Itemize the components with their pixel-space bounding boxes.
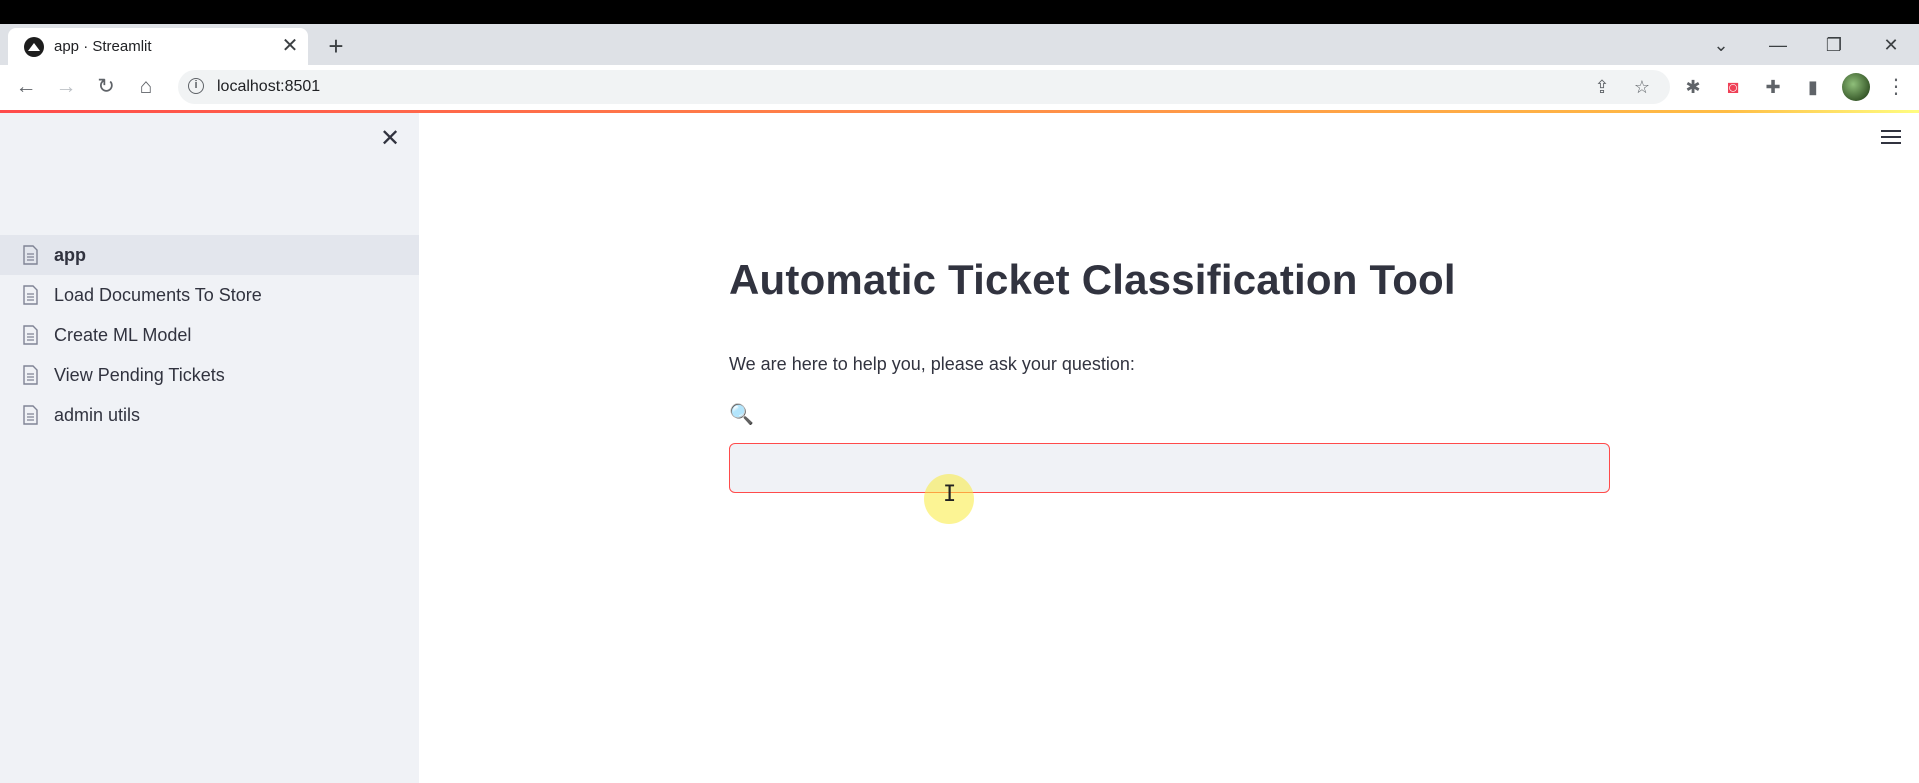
browser-toolbar: ← → ↻ ⌂ i localhost:8501 ⇪ ☆ ✱ ◙ ✚ ▮ ⋮ (0, 65, 1919, 109)
document-icon (23, 325, 38, 345)
puzzle-extensions-icon[interactable]: ✚ (1761, 75, 1785, 99)
browser-tab[interactable]: app · Streamlit ✕ (8, 28, 308, 65)
tab-close-icon[interactable]: ✕ (278, 34, 302, 58)
document-icon (23, 405, 38, 425)
sidebar-item-create-ml-model[interactable]: Create ML Model (0, 315, 419, 355)
bookmark-star-icon[interactable]: ☆ (1630, 75, 1654, 99)
tab-title: app · Streamlit (54, 38, 152, 55)
browser-window: app · Streamlit ✕ + ⌄ — ❐ ✕ ← → ↻ ⌂ i lo… (0, 24, 1919, 783)
sidebar-item-label: app (54, 245, 87, 265)
sidebar-item-view-pending-tickets[interactable]: View Pending Tickets (0, 355, 419, 395)
address-bar[interactable]: i localhost:8501 ⇪ ☆ (178, 70, 1670, 104)
sidebar-nav: app Load Documents To Store Create ML Mo… (0, 235, 419, 435)
question-input-wrapper (729, 443, 1610, 493)
pocket-icon[interactable]: ◙ (1721, 75, 1745, 99)
sidebar-item-admin-utils[interactable]: admin utils (0, 395, 419, 435)
main-menu-icon[interactable] (1876, 126, 1906, 152)
browser-menu-icon[interactable]: ⋮ (1884, 73, 1908, 101)
sidebar-item-load-documents[interactable]: Load Documents To Store (0, 275, 419, 315)
tab-search-icon[interactable]: ⌄ (1706, 30, 1736, 60)
sidebar-item-label: View Pending Tickets (54, 365, 225, 385)
back-button[interactable]: ← (12, 73, 40, 101)
sidebar-item-app[interactable]: app (0, 235, 419, 275)
screen-top-bar (0, 0, 1919, 24)
text-cursor-icon: I (943, 482, 957, 507)
url-text[interactable]: localhost:8501 (217, 78, 320, 96)
page-subtitle: We are here to help you, please ask your… (729, 354, 1135, 374)
new-tab-button[interactable]: + (322, 33, 350, 61)
document-icon (23, 365, 38, 385)
streamlit-favicon-icon (24, 37, 44, 57)
page-title: Automatic Ticket Classification Tool (729, 256, 1456, 303)
sidebar-item-label: Create ML Model (54, 325, 192, 345)
window-close-button[interactable]: ✕ (1876, 30, 1906, 60)
document-icon (23, 245, 38, 265)
search-icon: 🔍 (729, 404, 754, 426)
ladybug-extension-icon[interactable]: ✱ (1681, 75, 1705, 99)
sidebar-item-label: admin utils (54, 405, 141, 425)
minimize-button[interactable]: — (1763, 30, 1793, 60)
restore-button[interactable]: ❐ (1819, 30, 1849, 60)
forward-button[interactable]: → (52, 73, 80, 101)
tab-strip: app · Streamlit ✕ + ⌄ — ❐ ✕ (0, 24, 1919, 65)
sidebar-close-icon[interactable]: ✕ (376, 125, 404, 153)
home-button[interactable]: ⌂ (132, 73, 160, 101)
sidebar-item-label: Load Documents To Store (54, 285, 262, 305)
streamlit-page: ✕ app Load Documents To Store Create ML … (0, 110, 1919, 783)
sidebar: ✕ app Load Documents To Store Create ML … (0, 113, 419, 783)
side-panel-icon[interactable]: ▮ (1801, 75, 1825, 99)
question-input[interactable] (730, 444, 1609, 492)
reload-button[interactable]: ↻ (92, 73, 120, 101)
profile-avatar[interactable] (1842, 73, 1870, 101)
share-icon[interactable]: ⇪ (1590, 75, 1614, 99)
document-icon (23, 285, 38, 305)
site-info-icon[interactable]: i (188, 78, 204, 94)
